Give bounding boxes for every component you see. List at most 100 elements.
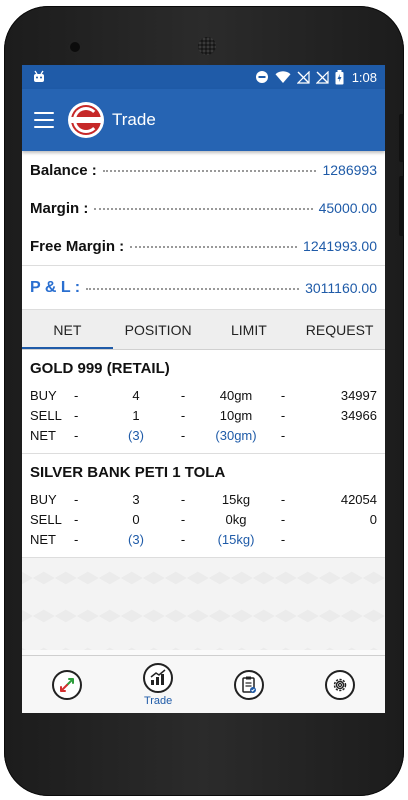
app-logo — [68, 102, 104, 138]
tab-limit[interactable]: LIMIT — [204, 310, 295, 349]
balance-label: Balance : — [30, 161, 97, 179]
row-label: SELL — [30, 407, 62, 423]
front-camera — [70, 42, 80, 52]
account-summary: Balance : 1286993 Margin : 45000.00 Free… — [22, 151, 385, 266]
logo-band — [71, 117, 101, 123]
margin-label: Margin : — [30, 199, 89, 217]
row-label: SELL — [30, 511, 62, 527]
dotted-leader — [102, 170, 317, 172]
separator-dash: - — [180, 427, 186, 443]
rate: 0 — [369, 511, 377, 527]
buy-row: BUY - 4 - 40gm - 34997 — [30, 385, 377, 405]
net-quantity: (3) — [128, 531, 144, 547]
separator-dash: - — [180, 511, 186, 527]
separator-dash: - — [180, 407, 186, 423]
separator-dash: - — [74, 531, 79, 547]
rate: 42054 — [340, 491, 377, 507]
status-bar: 1:08 — [22, 65, 385, 89]
net-quantity: (3) — [128, 427, 144, 443]
quantity: 4 — [132, 387, 140, 403]
separator-dash: - — [280, 407, 286, 423]
separator-dash: - — [74, 427, 79, 443]
logo-mark — [71, 105, 101, 135]
menu-line — [34, 119, 54, 121]
margin-value: 45000.00 — [318, 200, 377, 216]
net-weight: (30gm) — [215, 427, 257, 443]
screen: 1:08 Trade Balance : 1286993 Margin : 45… — [22, 65, 385, 713]
weight: 10gm — [219, 407, 253, 423]
position-card[interactable]: SILVER BANK PETI 1 TOLA BUY - 3 - 15kg -… — [22, 454, 385, 558]
pl-row: P & L : 3011160.00 — [22, 266, 385, 310]
pl-label: P & L : — [30, 278, 81, 296]
nav-reports[interactable] — [204, 656, 295, 713]
do-not-disturb-icon — [255, 71, 268, 83]
menu-line — [34, 112, 54, 114]
quantity: 1 — [132, 407, 140, 423]
power-button — [399, 176, 404, 236]
rate: 34997 — [340, 387, 377, 403]
instrument-name: GOLD 999 (RETAIL) — [30, 360, 170, 377]
dotted-leader — [94, 208, 313, 210]
net-row: NET - (3) - (15kg) - — [30, 529, 377, 549]
report-icon — [233, 669, 264, 700]
separator-dash: - — [280, 531, 286, 547]
android-notification-icon — [34, 70, 44, 82]
separator-dash: - — [180, 531, 186, 547]
separator-dash: - — [74, 407, 79, 423]
weight: 40gm — [219, 387, 253, 403]
nav-trade[interactable]: Trade — [113, 656, 204, 713]
pl-value: 3011160.00 — [305, 279, 377, 296]
signal-off-icon — [315, 70, 329, 84]
separator-dash: - — [280, 387, 286, 403]
separator-dash: - — [280, 511, 286, 527]
row-label: NET — [30, 427, 56, 443]
net-weight: (15kg) — [217, 531, 255, 547]
nav-trade-label: Trade — [143, 694, 173, 707]
position-card[interactable]: GOLD 999 (RETAIL) BUY - 4 - 40gm - 34997… — [22, 350, 385, 454]
buy-row: BUY - 3 - 15kg - 42054 — [30, 489, 377, 509]
row-label: BUY — [30, 387, 57, 403]
swap-arrows-icon — [52, 669, 83, 700]
separator-dash: - — [280, 491, 286, 507]
page-title: Trade — [112, 110, 156, 129]
margin-row: Margin : 45000.00 — [30, 189, 377, 227]
row-label: BUY — [30, 491, 57, 507]
chart-icon — [143, 662, 174, 693]
settings-gear-icon — [324, 669, 355, 700]
instrument-name: SILVER BANK PETI 1 TOLA — [30, 464, 226, 481]
tab-bar: NET POSITION LIMIT REQUEST — [22, 310, 385, 350]
free-margin-row: Free Margin : 1241993.00 — [30, 227, 377, 265]
bottom-navigation: Trade — [22, 655, 385, 713]
balance-row: Balance : 1286993 — [30, 151, 377, 189]
separator-dash: - — [180, 387, 186, 403]
status-time: 1:08 — [351, 69, 377, 85]
sell-row: SELL - 1 - 10gm - 34966 — [30, 405, 377, 425]
weight: 15kg — [221, 491, 251, 507]
separator-dash: - — [74, 511, 79, 527]
quantity: 3 — [132, 491, 140, 507]
wifi-icon — [275, 70, 291, 83]
balance-value: 1286993 — [322, 162, 377, 178]
free-margin-label: Free Margin : — [30, 237, 125, 255]
separator-dash: - — [280, 427, 286, 443]
menu-line — [34, 126, 54, 128]
nav-exchange[interactable] — [22, 656, 113, 713]
hamburger-menu-button[interactable] — [34, 112, 54, 128]
tab-position[interactable]: POSITION — [113, 310, 204, 349]
separator-dash: - — [74, 387, 79, 403]
tab-net[interactable]: NET — [22, 310, 113, 349]
rate: 34966 — [340, 407, 377, 423]
sell-row: SELL - 0 - 0kg - 0 — [30, 509, 377, 529]
dotted-leader — [130, 246, 298, 248]
nav-settings[interactable] — [294, 656, 385, 713]
volume-button — [399, 114, 404, 162]
signal-off-icon — [296, 70, 310, 84]
quantity: 0 — [132, 511, 140, 527]
separator-dash: - — [180, 491, 186, 507]
net-positions-list: GOLD 999 (RETAIL) BUY - 4 - 40gm - 34997… — [22, 350, 385, 650]
net-row: NET - (3) - (30gm) - — [30, 425, 377, 445]
battery-charging-icon — [335, 69, 344, 84]
row-label: NET — [30, 531, 56, 547]
tab-request[interactable]: REQUEST — [294, 310, 385, 349]
separator-dash: - — [74, 491, 79, 507]
